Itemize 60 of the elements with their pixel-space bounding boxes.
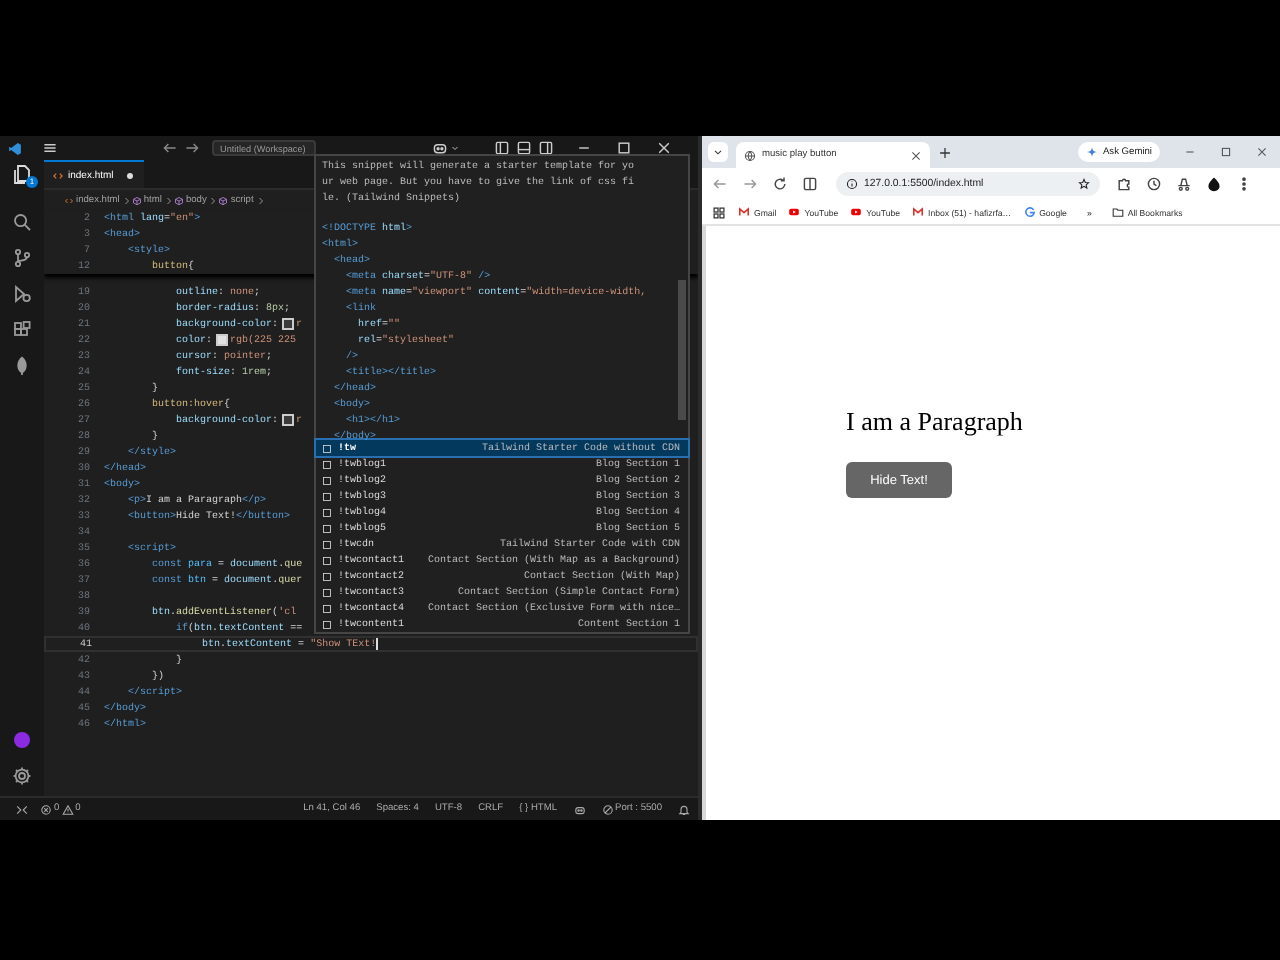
branch-icon[interactable] <box>12 248 32 268</box>
mail-icon <box>738 206 750 218</box>
remote-icon[interactable] <box>16 803 28 815</box>
files-icon[interactable] <box>12 164 32 184</box>
more-menu-icon[interactable] <box>1236 176 1252 192</box>
paragraph-text: I am a Paragraph <box>846 406 1025 436</box>
menu-icon[interactable] <box>42 140 58 156</box>
cube-icon <box>173 195 184 205</box>
star-icon[interactable] <box>1078 178 1090 190</box>
scrollbar[interactable] <box>678 280 686 420</box>
bell-icon[interactable] <box>678 803 690 815</box>
video-play-icon <box>788 206 801 218</box>
leaf-icon[interactable] <box>12 356 32 376</box>
apps-grid-icon[interactable] <box>712 205 726 219</box>
app-logo-icon <box>8 141 22 155</box>
chevron-icon <box>121 195 132 205</box>
code-file-icon <box>52 169 64 181</box>
ring-icon <box>1023 206 1036 218</box>
mail-icon <box>912 206 925 218</box>
close-icon[interactable] <box>910 149 922 161</box>
forward-arrow-icon[interactable] <box>742 176 758 192</box>
slashed-circle-icon <box>601 803 614 815</box>
cube-icon <box>218 195 229 205</box>
text-cursor <box>376 638 378 650</box>
unsaved-dot-icon[interactable] <box>123 169 136 181</box>
robot-icon[interactable] <box>432 140 448 156</box>
error-icon <box>40 803 52 815</box>
layout-icon[interactable] <box>494 140 510 156</box>
chevron-icon <box>255 195 266 205</box>
layout-icon[interactable] <box>516 140 532 156</box>
back-arrow-icon[interactable] <box>712 176 728 192</box>
reload-icon[interactable] <box>772 176 788 192</box>
split-view-icon[interactable] <box>802 176 818 192</box>
sparkle-icon <box>1086 146 1099 158</box>
layout-icon[interactable] <box>538 140 554 156</box>
chevron-icon <box>208 195 219 205</box>
chevron-icon <box>163 195 174 205</box>
new-tab-icon[interactable] <box>938 146 952 160</box>
warning-icon <box>61 803 74 815</box>
clock-icon[interactable] <box>1146 176 1162 192</box>
caret-icon <box>712 146 724 158</box>
code-file-icon <box>64 195 74 205</box>
globe-icon <box>744 149 756 161</box>
info-icon[interactable] <box>846 178 858 190</box>
settings-icon[interactable] <box>12 766 32 786</box>
play-bug-icon[interactable] <box>12 284 32 304</box>
profile-icon[interactable] <box>1206 176 1222 192</box>
folder-icon <box>1111 206 1124 218</box>
hat-icon[interactable] <box>1176 176 1192 192</box>
cube-icon <box>131 195 142 205</box>
search-icon[interactable] <box>12 212 32 232</box>
extensions-icon[interactable] <box>12 320 32 340</box>
forward-arrow-icon[interactable] <box>184 140 200 156</box>
puzzle-icon[interactable] <box>1116 176 1132 192</box>
robot-icon[interactable] <box>573 803 586 815</box>
maximize-icon[interactable] <box>1220 146 1232 158</box>
close-icon[interactable] <box>1256 146 1268 158</box>
account-icon[interactable] <box>12 730 32 750</box>
back-arrow-icon[interactable] <box>162 140 178 156</box>
video-play-icon <box>850 206 863 218</box>
